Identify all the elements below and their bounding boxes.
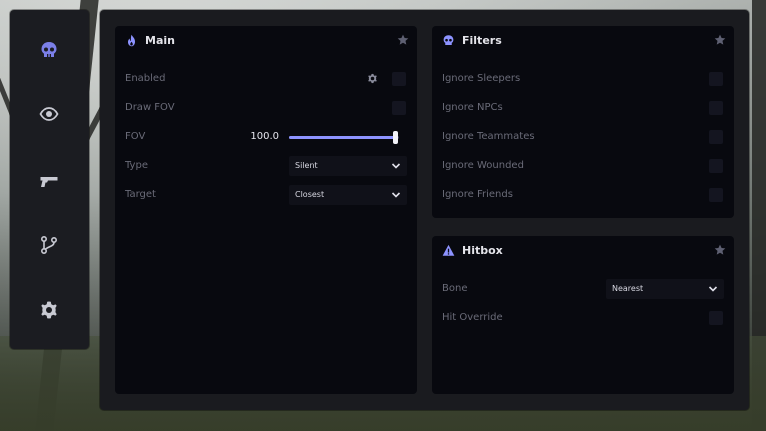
branch-icon: [40, 235, 58, 255]
chevron-down-icon: [708, 286, 718, 292]
gear-icon[interactable]: [367, 73, 378, 84]
star-icon[interactable]: [714, 34, 726, 46]
ignore-sleepers-checkbox[interactable]: [709, 72, 723, 86]
ignore-wounded-checkbox[interactable]: [709, 159, 723, 173]
fov-slider-thumb[interactable]: [393, 131, 399, 144]
enabled-checkbox[interactable]: [392, 72, 406, 86]
bone-label: Bone: [442, 283, 468, 294]
draw-fov-label: Draw FOV: [125, 102, 175, 113]
draw-fov-checkbox[interactable]: [392, 101, 406, 115]
gun-icon: [40, 177, 58, 187]
target-label: Target: [125, 189, 156, 200]
eye-icon: [39, 107, 59, 121]
enabled-label: Enabled: [125, 73, 166, 84]
ignore-teammates-checkbox[interactable]: [709, 130, 723, 144]
fov-label: FOV: [125, 131, 146, 142]
target-select-value: Closest: [295, 190, 325, 199]
ignore-npcs-checkbox[interactable]: [709, 101, 723, 115]
chevron-down-icon: [391, 192, 401, 198]
bone-select[interactable]: Nearest: [606, 279, 724, 299]
hitbox-panel: Hitbox Bone Nearest Hit Override: [432, 236, 734, 394]
sidebar-item-aimbot[interactable]: [33, 34, 65, 66]
fov-slider-fill: [289, 136, 396, 139]
sidebar: [10, 10, 89, 349]
skull-icon: [41, 42, 57, 57]
filters-panel: Filters Ignore Sleepers Ignore NPCs Igno…: [432, 26, 734, 218]
sidebar-item-visuals[interactable]: [33, 98, 65, 130]
star-icon[interactable]: [397, 34, 409, 46]
ignore-npcs-label: Ignore NPCs: [442, 102, 503, 113]
ignore-wounded-label: Ignore Wounded: [442, 160, 524, 171]
hit-override-checkbox[interactable]: [709, 311, 723, 325]
ignore-friends-checkbox[interactable]: [709, 188, 723, 202]
type-select[interactable]: Silent: [289, 156, 407, 176]
sidebar-item-settings[interactable]: [33, 294, 65, 326]
content-area: Main Enabled Draw FOV FOV 100.0 Type Sil…: [100, 10, 749, 410]
hitbox-panel-title: Hitbox: [462, 244, 503, 257]
main-panel-title: Main: [145, 34, 175, 47]
type-label: Type: [125, 160, 148, 171]
ignore-teammates-label: Ignore Teammates: [442, 131, 535, 142]
sidebar-item-misc[interactable]: [33, 229, 65, 261]
filters-panel-title: Filters: [462, 34, 502, 47]
chevron-down-icon: [391, 163, 401, 169]
star-icon[interactable]: [714, 244, 726, 256]
bone-select-value: Nearest: [612, 284, 644, 293]
hit-override-label: Hit Override: [442, 312, 503, 323]
fov-value: 100.0: [250, 131, 279, 142]
ignore-friends-label: Ignore Friends: [442, 189, 513, 200]
fov-slider[interactable]: [289, 131, 399, 144]
main-panel: Main Enabled Draw FOV FOV 100.0 Type Sil…: [115, 26, 417, 394]
sidebar-item-weapons[interactable]: [33, 165, 65, 197]
skull-icon: [443, 35, 454, 46]
ignore-sleepers-label: Ignore Sleepers: [442, 73, 521, 84]
target-select[interactable]: Closest: [289, 185, 407, 205]
type-select-value: Silent: [295, 161, 318, 170]
flame-icon: [127, 34, 136, 47]
warning-icon: [442, 244, 455, 256]
gear-icon: [41, 301, 57, 319]
